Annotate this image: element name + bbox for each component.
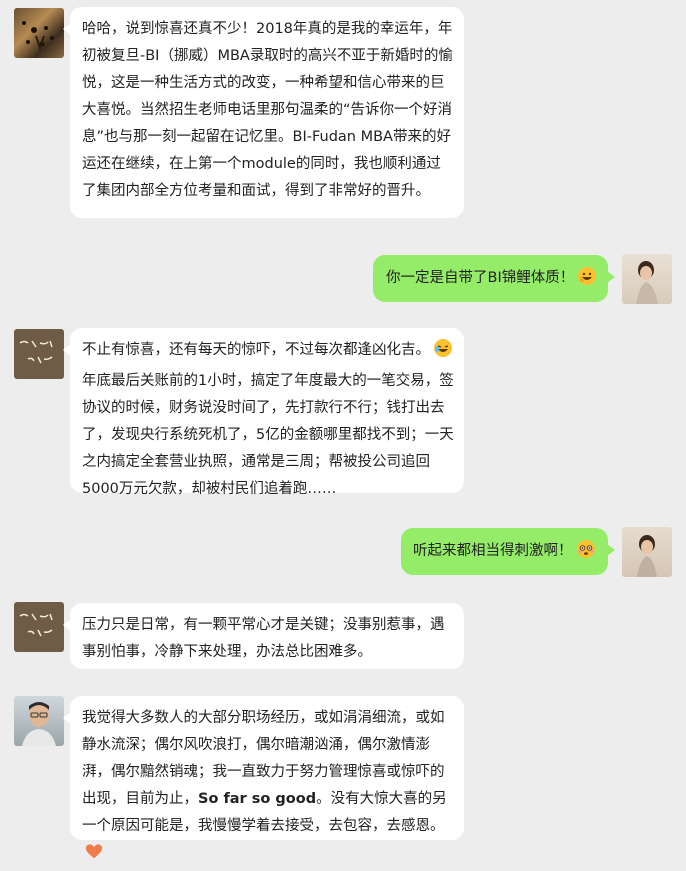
message-text-1: 哈哈，说到惊喜还真不少！2018年真的是我的幸运年，年初被复旦-BI（挪威）MB… bbox=[82, 21, 453, 199]
grinning-face-icon bbox=[577, 266, 597, 296]
cheetah-avatar[interactable] bbox=[14, 8, 64, 58]
message-text-5: 压力只是日常，有一颗平常心才是关键；没事别惹事，遇事别怕事，冷静下来处理，办法总… bbox=[82, 617, 445, 660]
heart-icon bbox=[85, 843, 103, 871]
message-bubble-5[interactable]: 压力只是日常，有一颗平常心才是关键；没事别惹事，遇事别怕事，冷静下来处理，办法总… bbox=[63, 603, 464, 669]
message-text-3a: 不止有惊喜，还有每天的惊吓，不过每次都逢凶化吉。 bbox=[82, 342, 430, 358]
message-bubble-4[interactable]: 听起来都相当得刺激啊！ bbox=[401, 528, 615, 575]
message-bubble-6[interactable]: 我觉得大多数人的大部分职场经历，或如涓涓细流，或如静水流深；偶尔风吹浪打，偶尔暗… bbox=[63, 696, 464, 859]
laughing-face-icon bbox=[433, 338, 453, 368]
flushed-face-icon bbox=[576, 539, 596, 569]
message-bubble-2[interactable]: 你一定是自带了BI锦鲤体质！ bbox=[373, 255, 615, 302]
message-text-4: 听起来都相当得刺激啊！ bbox=[413, 543, 573, 559]
woman-avatar[interactable] bbox=[622, 527, 672, 577]
message-bubble-3[interactable]: 不止有惊喜，还有每天的惊吓，不过每次都逢凶化吉。 年底最后关账前的1小时，搞定了… bbox=[63, 328, 464, 497]
calligraphy-avatar[interactable] bbox=[14, 602, 64, 652]
message-bubble-1[interactable]: 哈哈，说到惊喜还真不少！2018年真的是我的幸运年，年初被复旦-BI（挪威）MB… bbox=[63, 7, 464, 218]
woman-avatar[interactable] bbox=[622, 254, 672, 304]
message-text-2: 你一定是自带了BI锦鲤体质！ bbox=[386, 270, 575, 286]
message-text-3b: 年底最后关账前的1小时，搞定了年度最大的一笔交易，签协议的时候，财务说没时间了，… bbox=[82, 373, 454, 497]
man-avatar[interactable] bbox=[14, 696, 64, 746]
message-text-6-bold: So far so good bbox=[198, 791, 317, 807]
calligraphy-avatar[interactable] bbox=[14, 329, 64, 379]
